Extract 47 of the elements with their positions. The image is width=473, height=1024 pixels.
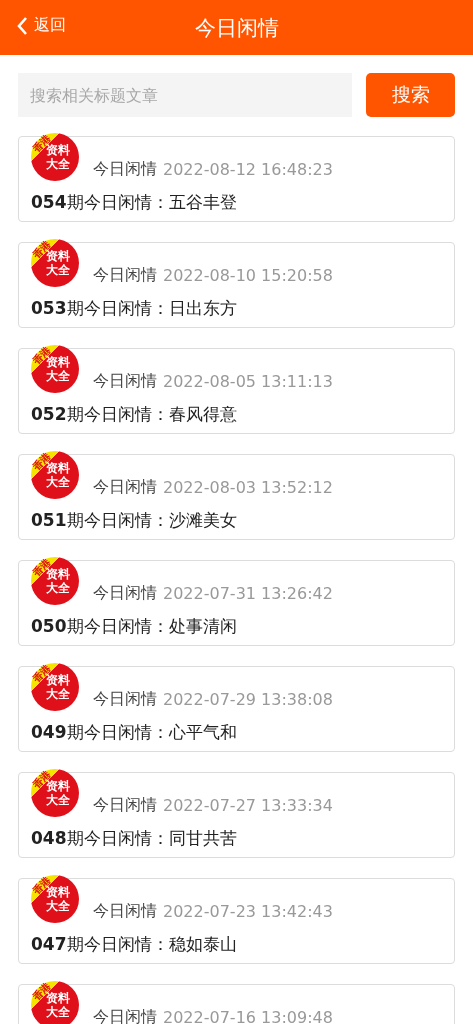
article-card[interactable]: 香港 资料 大全 今日闲情 2022-07-16 13:09:48: [18, 984, 455, 1024]
timestamp: 2022-07-29 13:38:08: [163, 689, 333, 709]
timestamp: 2022-07-16 13:09:48: [163, 1007, 333, 1024]
article-title: 050期今日闲情：处事清闲: [31, 615, 238, 638]
chevron-left-icon: [16, 15, 28, 36]
badge-label: 大全: [46, 1005, 70, 1019]
article-title: 047期今日闲情：稳如泰山: [31, 933, 238, 956]
timestamp: 2022-08-05 13:11:13: [163, 371, 333, 391]
article-card[interactable]: 香港 资料 大全 今日闲情 2022-08-10 15:20:58 053期今日闲情：日出东方: [18, 242, 455, 328]
badge-label: 大全: [46, 581, 70, 595]
badge-label: 大全: [46, 793, 70, 807]
article-card[interactable]: 香港 资料 大全 今日闲情 2022-07-29 13:38:08 049期今日闲情：心平气和: [18, 666, 455, 752]
category-label: 今日闲情: [93, 264, 157, 286]
article-card[interactable]: 香港 资料 大全 今日闲情 2022-07-27 13:33:34 048期今日闲情：同甘共苦: [18, 772, 455, 858]
timestamp: 2022-08-03 13:52:12: [163, 477, 333, 497]
article-title: 049期今日闲情：心平气和: [31, 721, 238, 744]
article-title: 048期今日闲情：同甘共苦: [31, 827, 238, 850]
timestamp: 2022-07-23 13:42:43: [163, 901, 333, 921]
category-label: 今日闲情: [93, 794, 157, 816]
article-title: 054期今日闲情：五谷丰登: [31, 191, 238, 214]
timestamp: 2022-08-10 15:20:58: [163, 265, 333, 285]
category-label: 今日闲情: [93, 900, 157, 922]
article-card[interactable]: 香港 资料 大全 今日闲情 2022-08-05 13:11:13 052期今日闲情：春风得意: [18, 348, 455, 434]
category-label: 今日闲情: [93, 370, 157, 392]
badge-label: 大全: [46, 263, 70, 277]
article-card[interactable]: 香港 资料 大全 今日闲情 2022-08-03 13:52:12 051期今日闲情：沙滩美女: [18, 454, 455, 540]
article-title: 051期今日闲情：沙滩美女: [31, 509, 238, 532]
article-title: 052期今日闲情：春风得意: [31, 403, 238, 426]
category-label: 今日闲情: [93, 158, 157, 180]
badge-label: 大全: [46, 687, 70, 701]
category-label: 今日闲情: [93, 582, 157, 604]
badge-label: 大全: [46, 475, 70, 489]
search-field[interactable]: 搜索相关标题文章: [18, 73, 352, 117]
timestamp: 2022-08-12 16:48:23: [163, 159, 333, 179]
category-label: 今日闲情: [93, 476, 157, 498]
article-card[interactable]: 香港 资料 大全 今日闲情 2022-08-12 16:48:23 054期今日闲情：五谷丰登: [18, 136, 455, 222]
category-label: 今日闲情: [93, 1006, 157, 1024]
page-title: 今日闲情: [194, 14, 279, 42]
badge-label: 大全: [46, 899, 70, 913]
article-card[interactable]: 香港 资料 大全 今日闲情 2022-07-31 13:26:42 050期今日闲情：处事清闲: [18, 560, 455, 646]
badge-label: 大全: [46, 369, 70, 383]
article-title: 053期今日闲情：日出东方: [31, 297, 238, 320]
category-label: 今日闲情: [93, 688, 157, 710]
timestamp: 2022-07-27 13:33:34: [163, 795, 333, 815]
timestamp: 2022-07-31 13:26:42: [163, 583, 333, 603]
badge-label: 大全: [46, 157, 70, 171]
article-card[interactable]: 香港 资料 大全 今日闲情 2022-07-23 13:42:43 047期今日闲情：稳如泰山: [18, 878, 455, 964]
